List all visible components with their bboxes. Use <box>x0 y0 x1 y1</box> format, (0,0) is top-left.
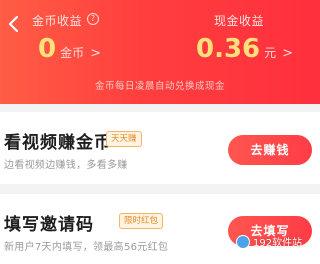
task-badge: 天天赚 <box>106 131 142 147</box>
task-card-invite-code: 填写邀请码 限时红包 新用户7天内填写，领最高56元红包 去填写 <box>0 194 320 264</box>
site-watermark: 192软件站 <box>236 234 302 249</box>
earn-money-button[interactable]: 去赚钱 <box>228 135 312 165</box>
back-arrow-icon[interactable] <box>4 14 24 34</box>
info-icon[interactable]: ? <box>87 13 99 25</box>
coin-value: 0 <box>38 34 57 64</box>
watermark-text: 192软件站 <box>253 238 303 249</box>
cash-earnings-label: 现金收益 <box>214 14 265 28</box>
task-description: 新用户7天内填写，领最高56元红包 <box>4 242 169 253</box>
task-description: 边看视频边赚钱，多看多赚 <box>4 160 128 171</box>
exchange-notice: 金币每日凌晨自动兑换成现金 <box>94 81 225 92</box>
coin-earnings-value[interactable]: 0 金币 > <box>38 34 101 64</box>
task-card-watch-video: 看视频赚金币 天天赚 边看视频边赚钱，多看多赚 去赚钱 <box>0 112 320 184</box>
cash-earnings-value[interactable]: 0.36 元 > <box>196 34 293 64</box>
task-title: 填写邀请码 <box>4 215 94 235</box>
cash-unit: 元 <box>264 46 277 60</box>
cash-value: 0.36 <box>196 34 261 64</box>
coin-earnings-label: 金币收益 <box>32 14 83 28</box>
watermark-logo-icon <box>236 234 250 249</box>
task-title: 看视频赚金币 <box>4 133 112 153</box>
chevron-right-icon: > <box>90 46 102 61</box>
task-badge: 限时红包 <box>119 213 164 229</box>
chevron-right-icon: > <box>282 46 294 61</box>
coin-unit: 金币 <box>60 46 85 60</box>
earnings-header: 金币收益 ? 现金收益 0 金币 > 0.36 元 > 金币每日凌晨自动兑换成现… <box>0 0 320 104</box>
